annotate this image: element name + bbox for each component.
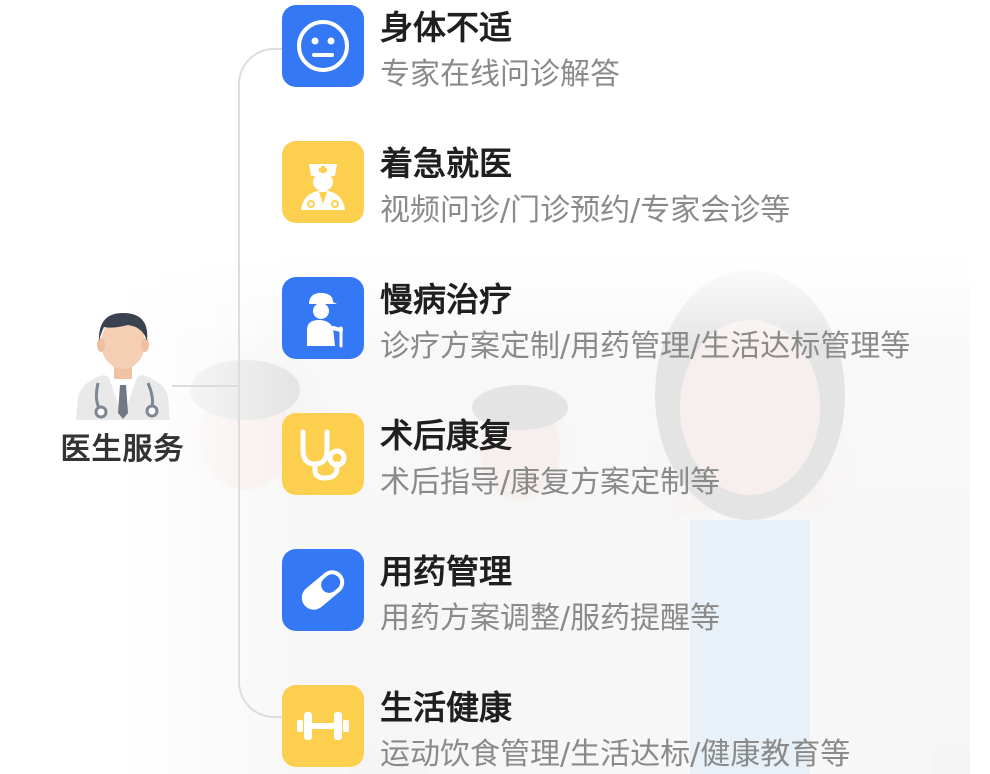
service-icon-tile (282, 685, 364, 767)
service-icon-tile (282, 277, 364, 359)
service-description: 视频问诊/门诊预约/专家会诊等 (380, 193, 791, 228)
service-title: 身体不适 (380, 8, 512, 47)
service-description: 术后指导/康复方案定制等 (380, 465, 721, 500)
dumbbell-icon (297, 712, 349, 740)
service-title: 用药管理 (380, 552, 512, 591)
connector-bracket (238, 48, 286, 718)
service-title: 术后康复 (380, 416, 512, 455)
service-item-post-op-recovery[interactable]: 术后康复 术后指导/康复方案定制等 (282, 413, 982, 500)
service-item-healthy-living[interactable]: 生活健康 运动饮食管理/生活达标/健康教育等 (282, 685, 982, 772)
service-item-chronic-treatment[interactable]: 慢病治疗 诊疗方案定制/用药管理/生活达标管理等 (282, 277, 982, 364)
doctor-avatar-icon (75, 313, 170, 420)
service-title: 着急就医 (380, 144, 512, 183)
service-icon-tile (282, 5, 364, 87)
center-node: 医生服务 (55, 305, 190, 468)
service-title: 慢病治疗 (380, 280, 512, 319)
service-icon-tile (282, 549, 364, 631)
service-description: 专家在线问诊解答 (380, 57, 620, 92)
service-item-medication-management[interactable]: 用药管理 用药方案调整/服药提醒等 (282, 549, 982, 636)
service-description: 诊疗方案定制/用药管理/生活达标管理等 (380, 329, 911, 364)
stethoscope-icon (300, 429, 347, 481)
doctor-icon (301, 164, 345, 210)
service-description: 用药方案调整/服药提醒等 (380, 601, 721, 636)
pill-capsule-icon (301, 570, 345, 610)
center-label: 医生服务 (60, 432, 185, 467)
neutral-face-icon (297, 20, 349, 72)
service-icon-tile (282, 141, 364, 223)
service-item-urgent-care[interactable]: 着急就医 视频问诊/门诊预约/专家会诊等 (282, 141, 982, 228)
service-item-discomfort[interactable]: 身体不适 专家在线问诊解答 (282, 5, 982, 92)
service-description: 运动饮食管理/生活达标/健康教育等 (380, 737, 851, 772)
elderly-person-icon (307, 292, 343, 348)
doctor-services-panel: 医生服务 身体不适 专家在线问诊解答 着急就医 视频问诊/门诊预约/专家会诊等 … (0, 0, 990, 774)
service-title: 生活健康 (380, 688, 512, 727)
service-icon-tile (282, 413, 364, 495)
